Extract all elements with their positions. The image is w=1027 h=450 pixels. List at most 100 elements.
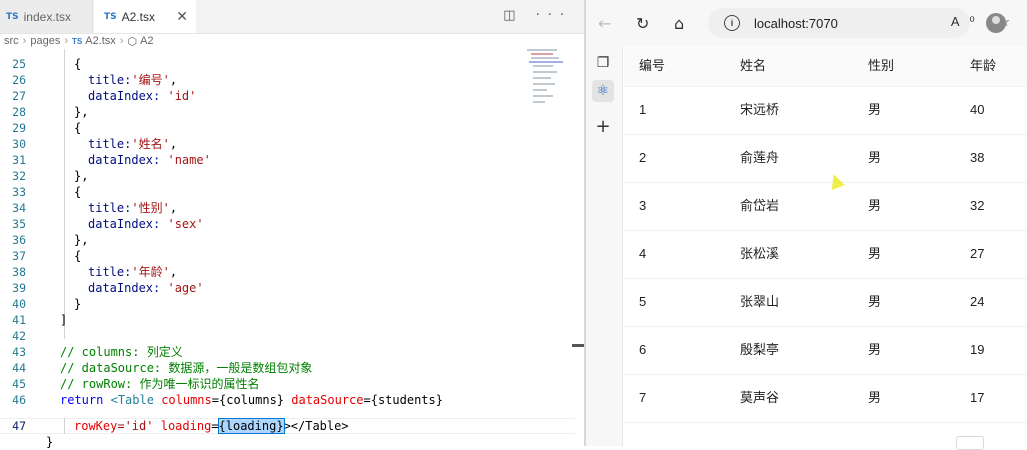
table-cell: 38: [970, 150, 985, 165]
code-keyword: return: [60, 393, 104, 407]
code-line: return <Table columns={columns} dataSour…: [60, 392, 443, 408]
code-token: ='id': [117, 419, 154, 433]
info-icon[interactable]: i: [724, 15, 740, 31]
close-icon[interactable]: ✕: [176, 8, 188, 25]
editor-tab-bar: TS index.tsx TS A2.tsx ✕ ◫ ···: [0, 0, 584, 34]
code-string: '性别': [131, 201, 170, 215]
chevron-right-icon: ›: [119, 35, 124, 47]
tab-actions-icon[interactable]: ❐: [592, 52, 614, 74]
code-token: ={columns}: [211, 393, 285, 407]
code-token: }: [74, 297, 82, 311]
table-cell: 男: [868, 294, 882, 309]
code-token: {: [74, 249, 82, 263]
table-row: 6 殷梨亭 男 19: [624, 327, 1027, 375]
scrollbar-thumb[interactable]: [572, 344, 584, 347]
chevron-right-icon: ›: [22, 35, 27, 47]
tab-label: A2.tsx: [121, 9, 155, 24]
line-number: 46: [12, 393, 26, 407]
code-line: dataIndex: 'age': [88, 280, 204, 296]
code-line: title:'编号',: [88, 72, 177, 88]
breadcrumb-item[interactable]: A2.tsx: [85, 35, 116, 47]
code-token: title:: [88, 201, 132, 215]
tab-label: index.tsx: [23, 9, 71, 24]
split-editor-and-more-icons[interactable]: ◫ ···: [503, 8, 572, 23]
url-text[interactable]: localhost:7070: [754, 16, 838, 31]
breadcrumb-item[interactable]: pages: [30, 35, 60, 47]
line-number: 39: [12, 281, 26, 295]
code-token: ,: [169, 201, 178, 215]
code-token: ,: [169, 137, 178, 151]
code-token: ></Table>: [283, 419, 349, 433]
line-number: 35: [12, 217, 26, 231]
code-comment: // columns: 列定义: [60, 345, 183, 359]
line-number: 26: [12, 73, 26, 87]
students-table: 编号 姓名 性别 年龄 1 宋远桥 男 40 2 俞莲舟 男 38 3 俞岱岩 …: [624, 46, 1027, 446]
table-cell: 3: [639, 198, 647, 213]
line-number: 38: [12, 265, 26, 279]
table-cell: 男: [868, 150, 882, 165]
code-line: dataIndex: 'sex': [88, 216, 204, 232]
chevron-right-icon: ›: [64, 35, 68, 47]
code-comment: // dataSource: 数据源，一般是数组包对象: [60, 361, 313, 375]
code-tag: <Table: [110, 393, 154, 407]
back-arrow-icon[interactable]: ←: [598, 14, 611, 33]
table-cell: 宋远桥: [740, 102, 780, 117]
line-number: 25: [12, 57, 26, 71]
code-line: dataIndex: 'id': [88, 88, 196, 104]
table-cell: 男: [868, 342, 882, 357]
code-editor[interactable]: TS index.tsx TS A2.tsx ✕ ◫ ··· src › pag…: [0, 0, 584, 449]
code-string: '编号': [131, 73, 170, 87]
tab-a2-tsx[interactable]: TS A2.tsx ✕: [94, 0, 196, 33]
table-row: 3 俞岱岩 男 32: [624, 183, 1027, 231]
line-number: 32: [12, 169, 26, 183]
code-token: dataIndex:: [88, 281, 161, 295]
line-number: 34: [12, 201, 26, 215]
browser-toolbar: ← ↻ ⌂ i localhost:7070 A⁰ ☆: [586, 0, 1027, 46]
table-cell: 殷梨亭: [740, 342, 780, 357]
code-token: title:: [88, 137, 132, 151]
table-cell: 4: [639, 246, 647, 261]
pagination-button[interactable]: [956, 436, 984, 450]
code-string: '年龄': [131, 265, 170, 279]
table-cell: 男: [868, 102, 882, 117]
table-row: 7 莫声谷 男 17: [624, 375, 1027, 423]
minimap[interactable]: [527, 49, 575, 149]
code-line: dataIndex: 'name': [88, 152, 211, 168]
reload-icon[interactable]: ↻: [636, 14, 649, 33]
column-header[interactable]: 编号: [639, 56, 665, 76]
add-icon[interactable]: +: [592, 116, 614, 138]
code-token: dataIndex:: [88, 89, 161, 103]
code-comment: // rowRow: 作为唯一标识的属性名: [60, 377, 260, 391]
code-string: '姓名': [131, 137, 170, 151]
code-string: 'name': [167, 153, 211, 167]
code-attr: dataSource: [291, 393, 364, 407]
address-bar[interactable]: i localhost:7070 A⁰ ☆: [708, 8, 1010, 38]
home-icon[interactable]: ⌂: [674, 14, 684, 33]
code-token: }: [46, 435, 54, 449]
breadcrumb-item[interactable]: A2: [140, 35, 153, 47]
code-attr: rowKey: [74, 419, 118, 433]
line-number: 31: [12, 153, 26, 167]
table-row: 1 宋远桥 男 40: [624, 87, 1027, 135]
column-header[interactable]: 姓名: [740, 56, 766, 76]
table-cell: 7: [639, 390, 647, 405]
table-cell: 莫声谷: [740, 390, 780, 405]
indent-guide: [64, 418, 65, 434]
browser-window: ← ↻ ⌂ i localhost:7070 A⁰ ☆ ❐ ⚛ + 编号 姓名 …: [586, 0, 1027, 450]
column-header[interactable]: 性别: [868, 56, 894, 76]
profile-avatar[interactable]: [986, 13, 1006, 33]
column-header[interactable]: 年龄: [970, 56, 996, 76]
table-row: 5 张翠山 男 24: [624, 279, 1027, 327]
table-cell: 男: [868, 198, 882, 213]
breadcrumb-item[interactable]: src: [4, 35, 19, 47]
code-token: ,: [169, 265, 178, 279]
table-header: 编号 姓名 性别 年龄: [624, 46, 1027, 87]
code-token: },: [74, 233, 89, 247]
tab-index-tsx[interactable]: TS index.tsx: [0, 0, 93, 33]
code-area[interactable]: 25{ 26 title:'编号', 27 dataIndex: 'id' 28},…: [0, 49, 525, 449]
line-number: 42: [12, 329, 26, 343]
code-line: title:'性别',: [88, 200, 177, 216]
react-devtools-icon[interactable]: ⚛: [592, 80, 614, 102]
typescript-icon: TS: [6, 11, 19, 22]
table-cell: 2: [639, 150, 647, 165]
